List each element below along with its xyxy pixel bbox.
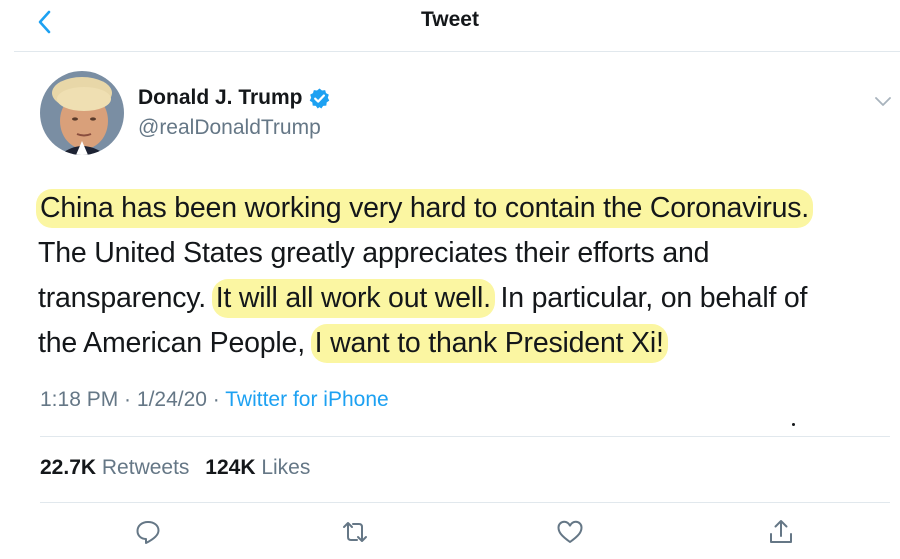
tweet-line-text: transparency. — [38, 282, 206, 314]
tweet-line: the American People, I want to thank Pre… — [38, 321, 888, 366]
stray-dot — [792, 423, 795, 426]
chevron-down-icon — [875, 97, 891, 106]
tweet-line: The United States greatly appreciates th… — [38, 231, 888, 276]
more-options-button[interactable] — [872, 90, 894, 112]
meta-separator: · — [206, 388, 226, 411]
page-title: Tweet — [421, 8, 479, 31]
verified-badge-icon — [309, 87, 329, 108]
retweets-stat[interactable]: 22.7K Retweets — [40, 456, 189, 479]
tweet-line: transparency. It will all work out well.… — [38, 276, 888, 321]
divider — [40, 502, 890, 503]
highlighted-phrase: It will all work out well. — [211, 279, 495, 318]
retweet-button[interactable] — [340, 517, 370, 547]
header-bar: Tweet — [0, 0, 900, 52]
highlighted-phrase: China has been working very hard to cont… — [36, 189, 814, 228]
retweets-count: 22.7K — [40, 456, 97, 479]
divider — [40, 436, 890, 437]
meta-separator: · — [118, 388, 137, 411]
tweet-meta: 1:18 PM · 1/24/20 · Twitter for iPhone — [40, 388, 389, 412]
like-icon — [557, 520, 583, 543]
avatar[interactable] — [40, 71, 124, 155]
share-button[interactable] — [766, 517, 796, 547]
retweets-label: Retweets — [101, 456, 190, 479]
reply-icon — [136, 521, 160, 544]
tweet-time: 1:18 PM — [40, 388, 119, 411]
highlighted-phrase: I want to thank President Xi! — [310, 324, 668, 363]
like-button[interactable] — [555, 517, 585, 547]
tweet-line-text: The United States greatly appreciates th… — [38, 237, 710, 269]
share-icon — [770, 520, 792, 543]
author-name-row: Donald J. Trump — [138, 86, 331, 110]
tweet-line-text: the American People, — [38, 327, 305, 359]
tweet-source-link[interactable]: Twitter for iPhone — [225, 388, 388, 411]
action-bar — [0, 517, 900, 557]
avatar-image — [40, 71, 124, 155]
tweet-date: 1/24/20 — [136, 388, 207, 411]
tweet-line: China has been working very hard to cont… — [36, 186, 888, 231]
header-divider — [14, 51, 900, 52]
likes-stat[interactable]: 124K Likes — [205, 456, 310, 479]
likes-label: Likes — [261, 456, 311, 479]
reply-button[interactable] — [133, 517, 163, 547]
tweet-line-text: In particular, on behalf of — [500, 282, 808, 314]
tweet-stats: 22.7K Retweets 124K Likes — [40, 456, 320, 480]
author-display-name[interactable]: Donald J. Trump — [138, 86, 303, 110]
author-handle[interactable]: @realDonaldTrump — [138, 116, 321, 140]
likes-count: 124K — [205, 456, 256, 479]
tweet-text: China has been working very hard to cont… — [36, 186, 888, 366]
retweet-icon — [343, 522, 367, 542]
